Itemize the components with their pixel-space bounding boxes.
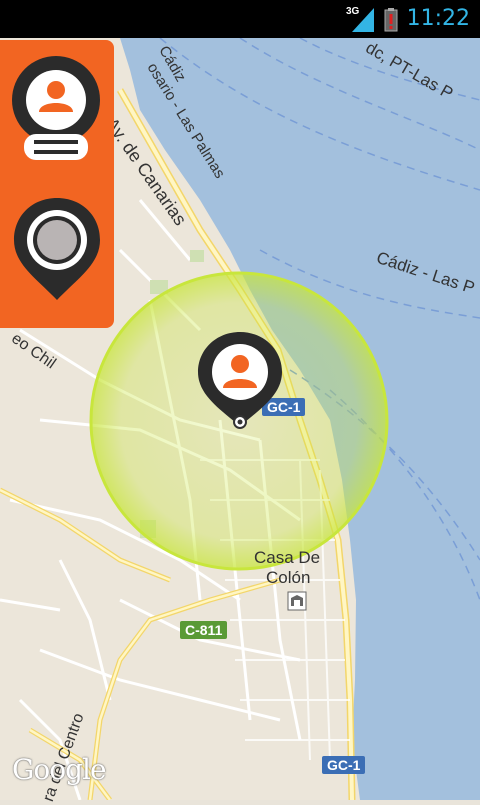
clock: 11:22	[406, 6, 470, 31]
user-list-button[interactable]	[10, 56, 102, 166]
side-panel	[0, 40, 114, 328]
status-bar: 3G 11:22	[0, 0, 480, 38]
map-label-colon: Colón	[266, 568, 311, 587]
battery-alert-icon	[384, 8, 398, 32]
google-attribution: Google	[12, 753, 107, 786]
road-badge-c811: C-811	[180, 621, 228, 639]
museum-icon	[287, 591, 307, 611]
map-label-casa: Casa De	[254, 548, 321, 567]
location-dot-icon	[233, 415, 247, 429]
road-badge-gc1-bottom: GC-1	[322, 756, 366, 774]
signal-icon	[352, 8, 374, 32]
user-list-icon	[12, 56, 100, 160]
location-pin-button[interactable]	[12, 196, 102, 302]
location-pin-icon	[14, 198, 100, 300]
